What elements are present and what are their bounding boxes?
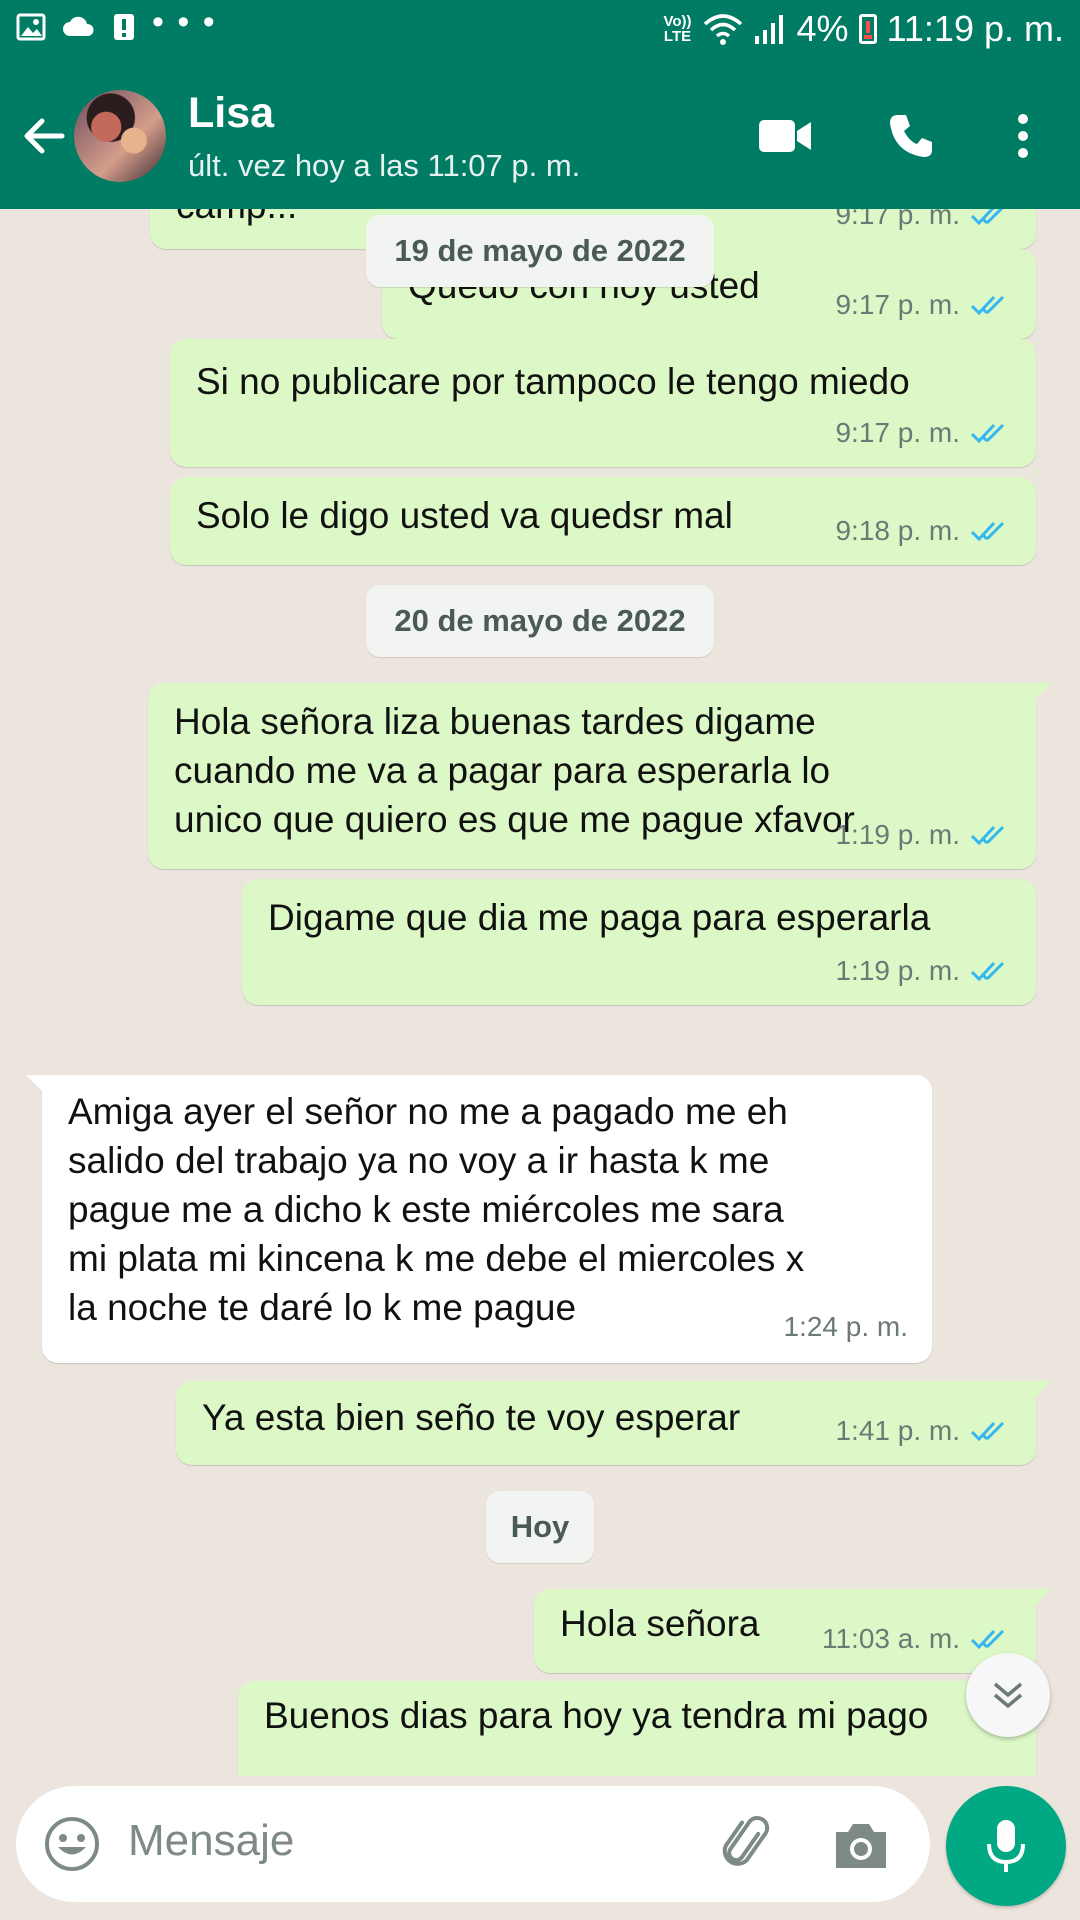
message-time: 1:41 p. m. <box>835 1415 960 1446</box>
message-time: 11:03 a. m. <box>821 1623 960 1654</box>
more-notifications-icon: • • • <box>152 3 217 41</box>
message-text: Ya esta bien seño te voy esperar <box>202 1397 741 1438</box>
message-bubble-outgoing[interactable]: Si no publicare por tampoco le tengo mie… <box>170 339 1036 467</box>
message-meta: 9:17 p. m. <box>835 408 1012 457</box>
message-line: pague me a dicho k este miércoles me sar… <box>68 1189 784 1230</box>
message-time: 9:17 p. m. <box>835 209 960 230</box>
message-bubble-incoming[interactable]: Amiga ayer el señor no me a pagado me eh… <box>26 1075 932 1363</box>
message-bubble-outgoing[interactable]: Hola señora 11:03 a. m. <box>534 1589 1052 1673</box>
message-time: 1:24 p. m. <box>783 1311 908 1342</box>
gallery-notification-icon <box>16 13 46 41</box>
microphone-icon <box>987 1820 1025 1872</box>
date-separator: 20 de mayo de 2022 <box>366 585 714 657</box>
last-seen-status: últ. vez hoy a las 11:07 p. m. <box>188 148 581 183</box>
back-arrow-icon[interactable] <box>18 111 68 161</box>
message-bubble-outgoing[interactable]: Buenos dias para hoy ya tendra mi pago 1… <box>238 1681 1036 1776</box>
double-chevron-down-icon <box>993 1682 1023 1708</box>
message-line: cuando me va a pagar para esperarla lo <box>174 750 831 791</box>
message-text: Buenos dias para hoy ya tendra mi pago <box>264 1695 929 1736</box>
video-call-button[interactable] <box>752 103 818 169</box>
message-line: salido del trabajo ya no voy a ir hasta … <box>68 1140 770 1181</box>
message-time: 9:17 p. m. <box>835 289 960 320</box>
message-text: Amiga ayer el señor no me a pagado me eh… <box>68 1087 804 1332</box>
status-bar: • • • Vo)) LTE 4% 11:19 p. m. <box>0 0 1080 63</box>
message-time: 9:18 p. m. <box>835 515 960 546</box>
message-bubble-outgoing[interactable]: Digame que dia me paga para esperarla 1:… <box>242 879 1036 1005</box>
more-options-button[interactable] <box>990 103 1056 169</box>
date-separator: 19 de mayo de 2022 <box>366 215 714 287</box>
read-ticks-icon <box>970 295 1005 315</box>
message-text: Hola señora <box>560 1603 760 1644</box>
read-ticks-icon <box>970 521 1005 541</box>
kebab-menu-icon <box>1018 114 1028 158</box>
scroll-to-bottom-button[interactable] <box>966 1653 1050 1737</box>
contact-name[interactable]: Lisa <box>188 89 274 138</box>
message-input[interactable]: Mensaje <box>128 1816 294 1866</box>
message-bubble-outgoing[interactable]: Hola señora liza buenas tardes digame cu… <box>148 683 1052 869</box>
battery-icon <box>858 14 877 44</box>
message-meta: 9:17 p. m. <box>835 209 1012 239</box>
phone-icon <box>890 115 932 157</box>
battery-percentage: 4% <box>796 8 849 49</box>
chat-area[interactable]: camp... 9:17 p. m. Quedo con hoy usted 9… <box>0 209 1080 1776</box>
message-meta: 1:19 p. m. <box>835 946 1012 995</box>
read-ticks-icon <box>970 1421 1005 1441</box>
read-ticks-icon <box>970 961 1005 981</box>
wifi-icon <box>703 14 742 45</box>
clock: 11:19 p. m. <box>886 8 1064 49</box>
message-meta: 11:03 a. m. <box>822 1614 1012 1663</box>
message-line: mi plata mi kincena k me debe el miercol… <box>68 1238 805 1279</box>
message-line: la noche te daré lo k me pague <box>68 1287 577 1328</box>
read-ticks-icon <box>970 209 1003 225</box>
emoji-icon[interactable] <box>42 1814 102 1874</box>
status-bar-right: Vo)) LTE 4% 11:19 p. m. <box>663 8 1065 50</box>
message-text: Solo le digo usted va quedsr mal <box>196 495 733 536</box>
message-meta: 1:41 p. m. <box>835 1406 1012 1455</box>
cloud-icon <box>63 16 94 36</box>
message-time: 11:03 a. m. <box>822 1766 960 1776</box>
message-text: Hola señora liza buenas tardes digame cu… <box>174 697 855 844</box>
video-camera-icon <box>759 120 811 152</box>
signal-icon <box>754 15 783 44</box>
message-meta: 11:03 a. m. <box>822 1766 1012 1776</box>
message-meta: 9:17 p. m. <box>835 280 1012 329</box>
message-line: Amiga ayer el señor no me a pagado me eh <box>68 1091 788 1132</box>
message-time: 1:19 p. m. <box>835 955 960 986</box>
contact-avatar[interactable] <box>74 90 166 182</box>
chat-header: Lisa últ. vez hoy a las 11:07 p. m. <box>0 63 1080 209</box>
message-text: camp... <box>176 209 297 230</box>
message-meta: 1:19 p. m. <box>835 810 1012 859</box>
volte-indicator: Vo)) LTE <box>663 13 692 45</box>
message-time: 9:17 p. m. <box>835 417 960 448</box>
message-line: Hola señora liza buenas tardes digame <box>174 701 816 742</box>
message-composer: Mensaje <box>0 1776 1080 1920</box>
message-time: 1:19 p. m. <box>835 819 960 850</box>
read-ticks-icon <box>970 423 1005 443</box>
camera-icon[interactable] <box>830 1816 892 1876</box>
message-line: unico que quiero es que me pague xfavor <box>174 799 855 840</box>
message-bubble-outgoing[interactable]: Ya esta bien seño te voy esperar 1:41 p.… <box>176 1381 1052 1465</box>
status-bar-left: • • • <box>16 3 217 42</box>
read-ticks-icon <box>970 825 1005 845</box>
voice-message-button[interactable] <box>946 1786 1066 1906</box>
paperclip-icon[interactable] <box>716 1814 778 1876</box>
message-meta: 1:24 p. m. <box>783 1302 908 1351</box>
read-ticks-icon <box>970 1629 1005 1649</box>
message-meta: 9:18 p. m. <box>835 506 1012 555</box>
message-input-container[interactable]: Mensaje <box>16 1786 930 1902</box>
date-separator: Hoy <box>486 1491 594 1563</box>
message-text: Digame que dia me paga para esperarla <box>268 897 931 938</box>
message-text: Si no publicare por tampoco le tengo mie… <box>196 361 910 402</box>
message-bubble-outgoing[interactable]: Solo le digo usted va quedsr mal 9:18 p.… <box>170 477 1036 565</box>
warning-icon <box>114 14 134 40</box>
voice-call-button[interactable] <box>878 103 944 169</box>
